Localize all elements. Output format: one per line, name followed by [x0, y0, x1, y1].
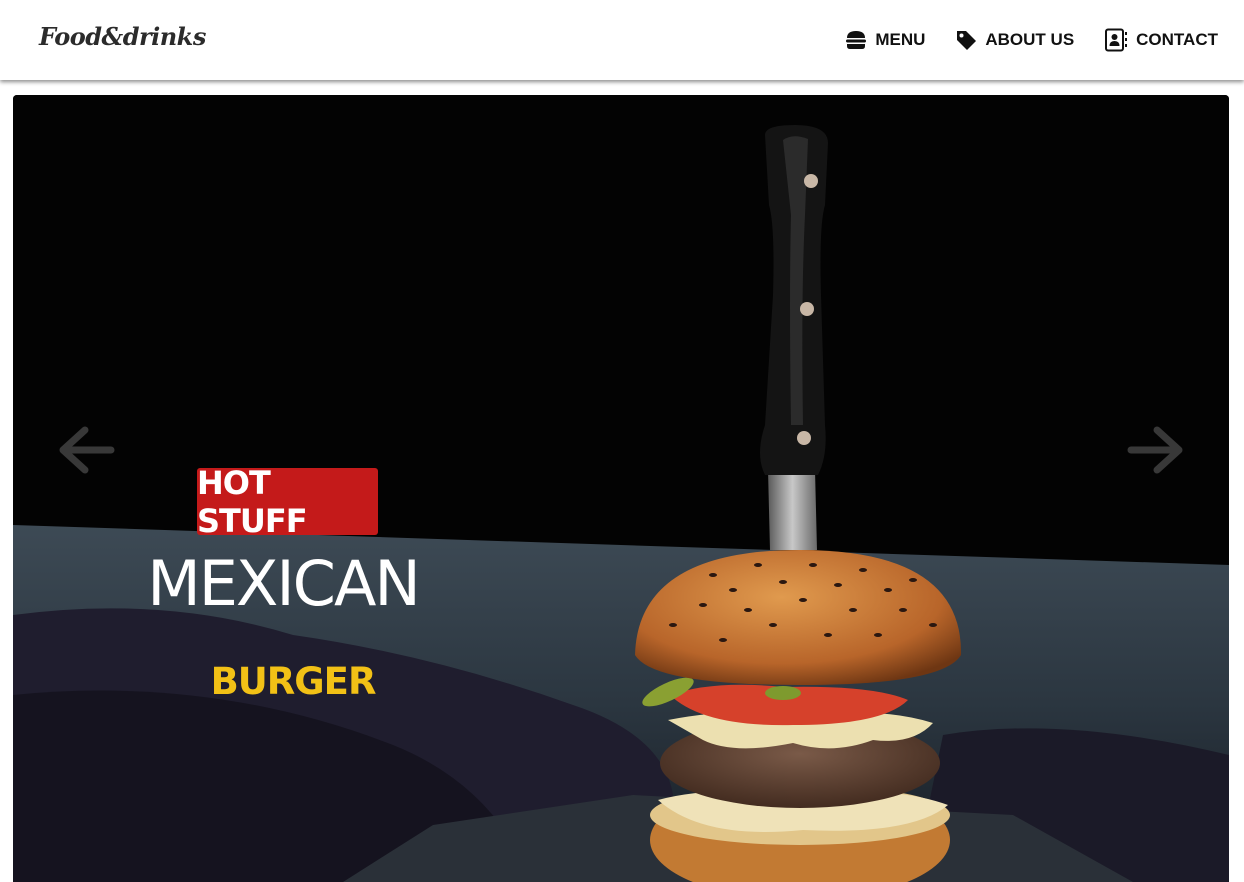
nav-item-label: MENU [875, 30, 926, 49]
hero-title: MEXICAN [147, 547, 421, 620]
hero-carousel: HOT STUFF MEXICAN BURGER [13, 95, 1229, 882]
nav-item-contact[interactable]: CONTACT [1104, 28, 1218, 52]
hero-subtitle: BURGER [210, 660, 377, 703]
nav-item-menu[interactable]: MENU [845, 29, 925, 51]
nav-item-label: CONTACT [1136, 30, 1218, 49]
nav-item-about-us[interactable]: ABOUT US [955, 29, 1074, 51]
hot-stuff-badge: HOT STUFF [197, 464, 378, 540]
brand-logo[interactable]: Food&drinks [39, 22, 206, 51]
contact-book-icon [1105, 28, 1128, 52]
carousel-prev-button[interactable] [57, 425, 117, 475]
arrow-right-icon [1127, 426, 1183, 474]
top-navbar: Food&drinks MENU ABOUT US CONTACT [0, 0, 1244, 80]
main-nav: MENU ABOUT US CONTACT [815, 28, 1218, 52]
tag-icon [957, 31, 977, 50]
hero-image [13, 95, 1229, 882]
carousel-next-button[interactable] [1125, 425, 1185, 475]
burger-icon [846, 31, 867, 49]
nav-item-label: ABOUT US [985, 30, 1075, 49]
arrow-left-icon [59, 426, 115, 474]
